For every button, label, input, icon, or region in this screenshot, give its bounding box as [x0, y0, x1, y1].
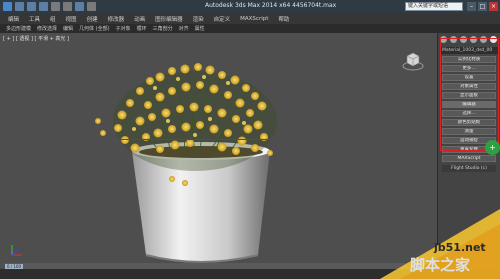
ribbon-subtab[interactable]: 几何体 (全部)	[79, 25, 110, 32]
save-icon[interactable]	[39, 2, 48, 11]
menu-edit[interactable]: 编辑	[8, 15, 19, 23]
scene-render	[11, 63, 277, 263]
ribbon-subtab[interactable]: 对齐	[179, 25, 189, 32]
ribbon-subtab[interactable]: 多边形建模	[6, 25, 31, 32]
project-folder-icon[interactable]	[75, 2, 84, 11]
ribbon-subtab[interactable]: 编辑	[63, 25, 73, 32]
ribbon-subtab[interactable]: 三角剖分	[153, 25, 173, 32]
axis-gizmo	[11, 245, 22, 256]
redo-icon[interactable]	[63, 2, 72, 11]
menu-bar: 编辑 工具 组 视图 创建 修改器 动画 图形编辑器 渲染 自定义 MAXScr…	[0, 13, 500, 24]
flight-studio-label[interactable]: Flight Studio (c)	[442, 165, 496, 172]
undo-icon[interactable]	[51, 2, 60, 11]
watermark-name: 脚本之家	[410, 256, 471, 274]
search-input[interactable]: 键入关键字或短语	[405, 2, 463, 11]
ribbon-subtab[interactable]: 循环	[137, 25, 147, 32]
add-icon[interactable]: +	[485, 140, 500, 155]
maxscript-button[interactable]: MAXScript	[442, 155, 496, 162]
menu-views[interactable]: 视图	[66, 15, 77, 23]
window-title: Autodesk 3ds Max 2014 x64 4456704t.max	[205, 2, 337, 9]
viewcube[interactable]	[402, 50, 424, 72]
menu-modifiers[interactable]: 修改器	[108, 15, 125, 23]
menu-animation[interactable]: 动画	[134, 15, 145, 23]
menu-help[interactable]: 帮助	[278, 15, 289, 23]
open-file-icon[interactable]	[27, 2, 36, 11]
maximize-button[interactable]: □	[478, 2, 487, 11]
highlight-box	[440, 38, 499, 151]
app-menu-icon[interactable]	[3, 2, 12, 11]
close-button[interactable]: ×	[489, 2, 498, 11]
menu-group[interactable]: 组	[50, 15, 56, 23]
ribbon-subtab[interactable]: 属性	[195, 25, 205, 32]
title-bar: Autodesk 3ds Max 2014 x64 4456704t.max 键…	[0, 0, 500, 13]
minimize-button[interactable]: –	[467, 2, 476, 11]
menu-create[interactable]: 创建	[87, 15, 98, 23]
menu-maxscript[interactable]: MAXScript	[240, 16, 268, 22]
ribbon-subtab[interactable]: 修改选择	[37, 25, 57, 32]
red-guide-line	[0, 139, 437, 140]
perspective-viewport[interactable]: [ + ] [ 透视 ] [ 平滑 + 高光 ]	[0, 33, 437, 269]
menu-rendering[interactable]: 渲染	[193, 15, 204, 23]
menu-tools[interactable]: 工具	[29, 15, 40, 23]
new-file-icon[interactable]	[15, 2, 24, 11]
ribbon-tabs: 多边形建模 修改选择 编辑 几何体 (全部) 子对象 循环 三角剖分 对齐 属性	[0, 24, 500, 33]
watermark-url: jb51.net	[434, 241, 486, 254]
menu-customize[interactable]: 自定义	[214, 15, 231, 23]
ribbon-subtab[interactable]: 子对象	[116, 25, 131, 32]
menu-graph-editors[interactable]: 图形编辑器	[155, 15, 183, 23]
workspace-dropdown-icon[interactable]	[87, 2, 96, 11]
